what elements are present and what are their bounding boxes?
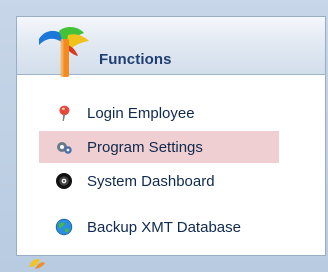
settings-gears-icon — [55, 138, 73, 156]
user-pin-icon — [55, 104, 73, 122]
menu-item-label: Backup XMT Database — [87, 218, 241, 236]
panel-title: Functions — [99, 51, 172, 68]
menu-item-system-dashboard[interactable]: System Dashboard — [39, 165, 279, 197]
menu-item-label: Program Settings — [87, 138, 203, 156]
database-globe-icon — [55, 218, 73, 236]
menu-item-backup-xmt-database[interactable]: Backup XMT Database — [39, 211, 279, 243]
window-background: Functions Login Employee Program Setting… — [0, 0, 328, 272]
functions-panel: Functions Login Employee Program Setting… — [16, 16, 326, 256]
menu-item-label: Login Employee — [87, 104, 195, 122]
menu-item-login-employee[interactable]: Login Employee — [39, 97, 279, 129]
menu-item-program-settings[interactable]: Program Settings — [39, 131, 279, 163]
partial-bottom-icon — [28, 257, 46, 271]
dashboard-disc-icon — [55, 172, 73, 190]
functions-logo-icon — [35, 25, 97, 81]
menu-item-label: System Dashboard — [87, 172, 215, 190]
